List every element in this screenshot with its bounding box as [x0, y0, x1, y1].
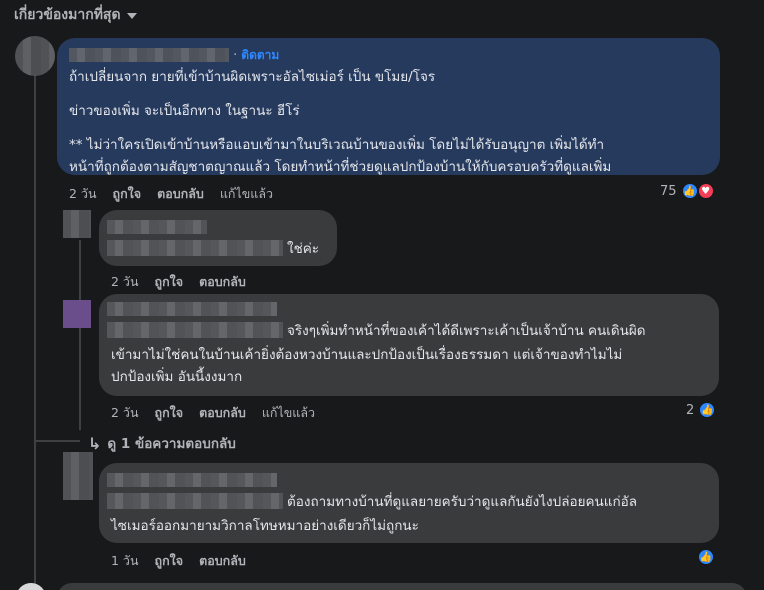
- like-button[interactable]: ถูกใจ: [155, 551, 184, 571]
- like-button[interactable]: ถูกใจ: [155, 272, 184, 292]
- view-replies-link[interactable]: ↳ ดู 1 ข้อความตอบกลับ: [88, 432, 236, 454]
- author-name[interactable]: [107, 302, 277, 316]
- chevron-down-icon: [126, 13, 137, 19]
- comment-text-line: ข่าวของเพิ่ม จะเป็นอีกทาง ในฐานะ ฮีโร่: [69, 103, 300, 119]
- comment-actions: 2 วัน ถูกใจ ตอบกลับ แก้ไขแล้ว: [69, 184, 273, 204]
- reply-button[interactable]: ตอบกลับ: [157, 184, 204, 204]
- comment-text-line: เข้ามาไม่ใช่คนในบ้านเค้ายิ่งต้องหวงบ้านแ…: [111, 347, 623, 363]
- comment-text-line: หน้าที่ถูกต้องตามสัญชาตญาณแล้ว โดยทำหน้า…: [69, 159, 612, 175]
- reply-arrow-icon: ↳: [88, 433, 102, 453]
- view-replies-label: ดู 1 ข้อความตอบกลับ: [107, 436, 236, 452]
- sort-dropdown[interactable]: เกี่ยวข้องมากที่สุด: [14, 4, 137, 26]
- reply-button[interactable]: ตอบกลับ: [199, 403, 246, 423]
- comment-actions: 2 วัน ถูกใจ ตอบกลับ: [111, 272, 246, 292]
- thumbs-up-icon: 👍: [680, 182, 699, 200]
- comment-text-line: ปกป้องเพิ่ม อันนี้งงมาก: [111, 369, 243, 385]
- author-name[interactable]: [69, 48, 229, 62]
- reaction-count: 2: [686, 402, 695, 418]
- like-button[interactable]: ถูกใจ: [155, 403, 184, 423]
- comment-bubble: ต้องถามทางบ้านที่ดูแลยายครับว่าดูแลกันยั…: [99, 463, 719, 543]
- avatar[interactable]: [63, 452, 93, 500]
- redacted-text: [107, 322, 283, 338]
- reactions-summary[interactable]: 75 👍 ♥: [660, 182, 715, 200]
- timestamp[interactable]: 2 วัน: [111, 403, 139, 423]
- reactions-summary[interactable]: 2 👍: [686, 401, 717, 419]
- thread-line: [79, 240, 81, 430]
- comment-text-line: ถ้าเปลี่ยนจาก ยายที่เข้าบ้านผิดเพราะอัลไ…: [69, 69, 436, 85]
- comment-actions: 1 วัน ถูกใจ ตอบกลับ: [111, 551, 246, 571]
- comment-bubble: ใช่ค่ะ: [99, 210, 337, 266]
- thumbs-up-icon: 👍: [698, 401, 717, 419]
- separator-dot: ·: [233, 47, 238, 63]
- reactions-summary[interactable]: 👍: [697, 548, 715, 566]
- reaction-count: 75: [660, 183, 677, 199]
- author-name[interactable]: [107, 473, 277, 487]
- timestamp[interactable]: 2 วัน: [111, 272, 139, 292]
- thread-line: [34, 74, 36, 590]
- comment-text-line: ไซเมอร์ออกมายามวิกาลโทษหมาอย่างเดียวก็ไม…: [111, 518, 419, 534]
- comment-text-line: จริงๆเพิ่มทำหน้าที่ของเค้าได้ดีเพราะเค้า…: [287, 323, 646, 339]
- comment-text: ใช่ค่ะ: [287, 241, 320, 257]
- sort-label: เกี่ยวข้องมากที่สุด: [14, 7, 121, 23]
- like-button[interactable]: ถูกใจ: [113, 184, 142, 204]
- redacted-text: [107, 493, 283, 509]
- timestamp[interactable]: 1 วัน: [111, 551, 139, 571]
- follow-button[interactable]: ติดตาม: [241, 44, 279, 66]
- thumbs-up-icon: 👍: [697, 548, 715, 566]
- reply-button[interactable]: ตอบกลับ: [199, 272, 246, 292]
- comment-bubble: · ติดตาม ถ้าเปลี่ยนจาก ยายที่เข้าบ้านผิด…: [57, 38, 720, 175]
- comment-actions: 2 วัน ถูกใจ ตอบกลับ แก้ไขแล้ว: [111, 403, 315, 423]
- edited-label: แก้ไขแล้ว: [219, 186, 274, 201]
- comment-bubble: จริงๆเพิ่มทำหน้าที่ของเค้าได้ดีเพราะเค้า…: [99, 294, 719, 396]
- avatar[interactable]: [63, 210, 91, 238]
- thread-line: [34, 440, 80, 442]
- heart-icon: ♥: [696, 182, 715, 200]
- comment-text-line: ต้องถามทางบ้านที่ดูแลยายครับว่าดูแลกันยั…: [287, 494, 638, 510]
- timestamp[interactable]: 2 วัน: [69, 184, 97, 204]
- comment-text-line: ** ไม่ว่าใครเปิดเข้าบ้านหรือแอบเข้ามาในบ…: [69, 137, 605, 153]
- comment-input[interactable]: [57, 583, 747, 590]
- redacted-text: [107, 240, 283, 256]
- avatar[interactable]: [63, 300, 91, 328]
- avatar[interactable]: [15, 36, 55, 76]
- avatar[interactable]: [16, 583, 46, 590]
- reply-button[interactable]: ตอบกลับ: [199, 551, 246, 571]
- edited-label: แก้ไขแล้ว: [261, 405, 316, 420]
- author-name[interactable]: [107, 220, 207, 234]
